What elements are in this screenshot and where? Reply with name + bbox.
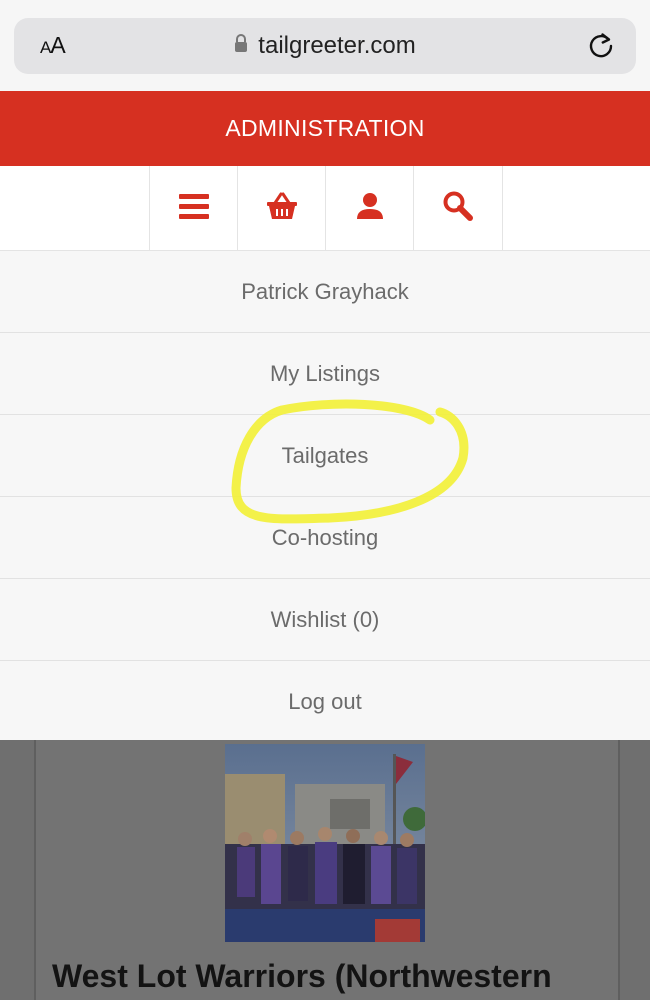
basket-icon (266, 192, 298, 225)
menu-button[interactable] (149, 166, 238, 250)
user-icon (355, 192, 385, 225)
search-icon (442, 191, 474, 226)
reload-icon[interactable] (586, 30, 616, 65)
basket-button[interactable] (237, 166, 326, 250)
url-text: tailgreeter.com (258, 32, 416, 59)
listing-title[interactable]: West Lot Warriors (Northwestern (52, 958, 552, 995)
admin-header[interactable]: ADMINISTRATION (0, 91, 650, 166)
url-display[interactable]: tailgreeter.com (14, 32, 636, 61)
menu-item-log-out[interactable]: Log out (0, 661, 650, 742)
listing-photo[interactable] (225, 744, 425, 942)
account-button[interactable] (325, 166, 414, 250)
account-menu: Patrick Grayhack My Listings Tailgates C… (0, 251, 650, 742)
browser-toolbar: AA tailgreeter.com (0, 0, 650, 91)
lock-icon (234, 31, 248, 59)
menu-item-wishlist[interactable]: Wishlist (0) (0, 579, 650, 661)
menu-item-co-hosting[interactable]: Co-hosting (0, 497, 650, 579)
menu-icon (178, 192, 210, 225)
menu-item-tailgates[interactable]: Tailgates (0, 415, 650, 497)
menu-item-my-listings[interactable]: My Listings (0, 333, 650, 415)
search-button[interactable] (413, 166, 503, 250)
icon-toolbar (0, 166, 650, 251)
menu-item-profile[interactable]: Patrick Grayhack (0, 251, 650, 333)
address-bar[interactable]: AA tailgreeter.com (14, 18, 636, 74)
